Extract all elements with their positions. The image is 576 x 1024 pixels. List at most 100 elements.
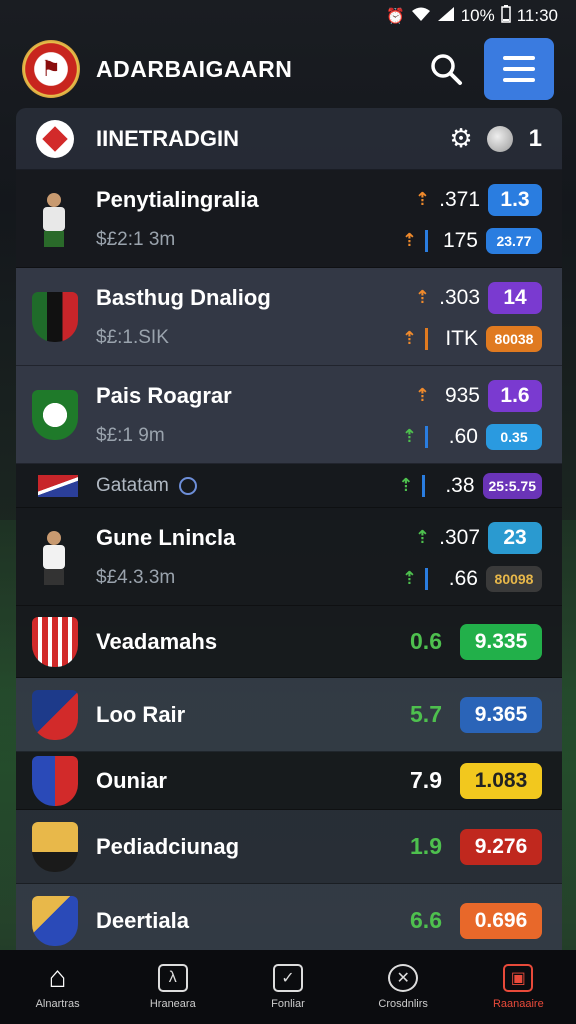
lambda-icon: λ <box>157 964 188 992</box>
nav-item-ticket[interactable]: ▣ Raanaaire <box>468 964 568 1010</box>
app-header: ⚑ ADARBAIGAARN <box>0 32 576 106</box>
match-sub: $£:1.SIK <box>96 326 169 348</box>
team-pill[interactable]: 9.335 <box>460 623 542 660</box>
team-row[interactable]: Deertiala 6.6 0.696 <box>16 884 562 958</box>
odd-pill[interactable]: 1.6 <box>488 379 542 412</box>
team-odd: 5.7 <box>410 701 442 727</box>
odd-pill[interactable]: 23 <box>488 521 542 554</box>
team-crest <box>32 689 78 740</box>
team-odd: 7.9 <box>410 767 442 793</box>
nav-label: Crosdnlirs <box>378 998 428 1010</box>
team-crest <box>32 616 78 667</box>
trend-icon: ⇡ <box>414 527 430 547</box>
section-title: IINETRADGIN <box>96 125 239 151</box>
team-pill[interactable]: 1.083 <box>460 762 542 799</box>
league-logo <box>36 119 74 158</box>
odd-pill[interactable]: 1.3 <box>488 183 542 216</box>
signal-icon <box>437 6 455 26</box>
ticket-icon: ▣ <box>503 964 534 992</box>
team-odd: 1.9 <box>410 833 442 859</box>
battery-icon <box>500 4 511 28</box>
match-row[interactable]: Basthug Dnaliog $£:1.SIK ⇡ .303 14 ⇡ ITK… <box>16 268 562 366</box>
status-bar: ⏰ 10% 11:30 <box>0 0 576 32</box>
nav-label: Fonliar <box>271 998 305 1010</box>
match-row[interactable]: Penytialingralia $£2:1 3m ⇡ .371 1.3 ⇡ 1… <box>16 170 562 268</box>
team-odd: 6.6 <box>410 907 442 933</box>
bottom-nav: ⌂ Alnartras λ Hraneara ✓ Fonliar ✕ Crosd… <box>0 950 576 1024</box>
club-logo: ⚑ <box>22 40 80 98</box>
home-icon: ⌂ <box>48 961 67 994</box>
match-name: Gatatam <box>96 474 169 496</box>
menu-icon <box>503 56 535 60</box>
trend-icon: ⇡ <box>398 475 414 495</box>
player-avatar <box>32 527 78 587</box>
team-pill[interactable]: 9.276 <box>460 828 542 865</box>
team-row[interactable]: Veadamahs 0.6 9.335 <box>16 606 562 678</box>
trend-icon: ⇡ <box>401 568 417 588</box>
match-sub: $£4.3.3m <box>96 566 176 588</box>
nav-label: Alnartras <box>35 998 80 1010</box>
search-button[interactable] <box>422 45 470 93</box>
gauge-icon: ✕ <box>388 964 419 992</box>
trend-icon: ⇡ <box>414 385 430 405</box>
player-avatar <box>32 189 78 249</box>
team-row[interactable]: Loo Rair 5.7 9.365 <box>16 678 562 752</box>
team-crest <box>32 755 78 806</box>
trend-icon: ⇡ <box>401 230 417 250</box>
odd-pill[interactable]: 0.35 <box>486 423 542 450</box>
ball-icon[interactable] <box>486 125 513 152</box>
match-row[interactable]: Pais Roagrar $£:1 9m ⇡ 935 1.6 ⇡ .60 0.3… <box>16 366 562 464</box>
match-sub: $£2:1 3m <box>96 228 176 250</box>
team-odd: 0.6 <box>410 628 442 654</box>
match-row[interactable]: Gune Lnincla $£4.3.3m ⇡ .307 23 ⇡ .66 80… <box>16 508 562 606</box>
country-flag <box>38 474 78 497</box>
alarm-icon: ⏰ <box>386 8 405 25</box>
odd-value: ITK <box>445 326 478 350</box>
trend-icon: ⇡ <box>401 328 417 348</box>
nav-label: Hraneara <box>149 998 196 1010</box>
app-title: ADARBAIGAARN <box>96 55 293 82</box>
odd-value: .307 <box>439 525 480 549</box>
battery-level: 10% <box>460 6 495 25</box>
trend-icon: ⇡ <box>414 189 430 209</box>
odd-value: .60 <box>448 424 478 448</box>
team-name: Ouniar <box>96 767 167 793</box>
odd-pill[interactable]: 80038 <box>486 325 542 352</box>
menu-button[interactable] <box>484 38 554 100</box>
team-crest <box>32 821 78 872</box>
wifi-icon <box>411 6 431 26</box>
section-count: 1 <box>528 124 542 152</box>
odd-pill[interactable]: 80098 <box>486 565 542 592</box>
match-sub: $£:1 9m <box>96 424 165 446</box>
box-check-icon: ✓ <box>272 964 303 992</box>
info-icon[interactable] <box>178 476 197 495</box>
odd-pill[interactable]: 14 <box>488 281 542 314</box>
odd-value: .38 <box>445 473 475 497</box>
odd-pill[interactable]: 25:5.75 <box>482 472 542 499</box>
nav-item-box[interactable]: ✓ Fonliar <box>238 964 338 1010</box>
team-row[interactable]: Pediadciunag 1.9 9.276 <box>16 810 562 884</box>
team-row[interactable]: Ouniar 7.9 1.083 <box>16 752 562 810</box>
team-pill[interactable]: 9.365 <box>460 696 542 733</box>
nav-item-lambda[interactable]: λ Hraneara <box>123 964 223 1010</box>
team-crest <box>32 291 78 342</box>
nav-item-gauge[interactable]: ✕ Crosdnlirs <box>353 964 453 1010</box>
odd-value: .371 <box>439 187 480 211</box>
gear-icon[interactable]: ⚙ <box>449 123 472 154</box>
odd-pill[interactable]: 23.77 <box>486 227 542 254</box>
match-list: IINETRADGIN ⚙ 1 Penytialingralia $£2:1 3… <box>16 108 562 958</box>
nav-item-home[interactable]: ⌂ Alnartras <box>8 961 108 1010</box>
team-pill[interactable]: 0.696 <box>460 902 542 939</box>
section-header: IINETRADGIN ⚙ 1 <box>16 108 562 170</box>
clock-time: 11:30 <box>516 6 558 25</box>
match-row[interactable]: Gatatam ⇡ .38 25:5.75 <box>16 464 562 508</box>
match-name: Basthug Dnaliog <box>96 284 271 310</box>
odd-value: .66 <box>448 566 478 590</box>
section-card: IINETRADGIN ⚙ 1 Penytialingralia $£2:1 3… <box>16 108 562 464</box>
match-name: Pais Roagrar <box>96 382 232 408</box>
odd-value: 935 <box>444 383 480 407</box>
match-name: Gune Lnincla <box>96 524 236 550</box>
match-name: Penytialingralia <box>96 186 259 212</box>
team-name: Pediadciunag <box>96 833 240 859</box>
trend-icon: ⇡ <box>401 426 417 446</box>
